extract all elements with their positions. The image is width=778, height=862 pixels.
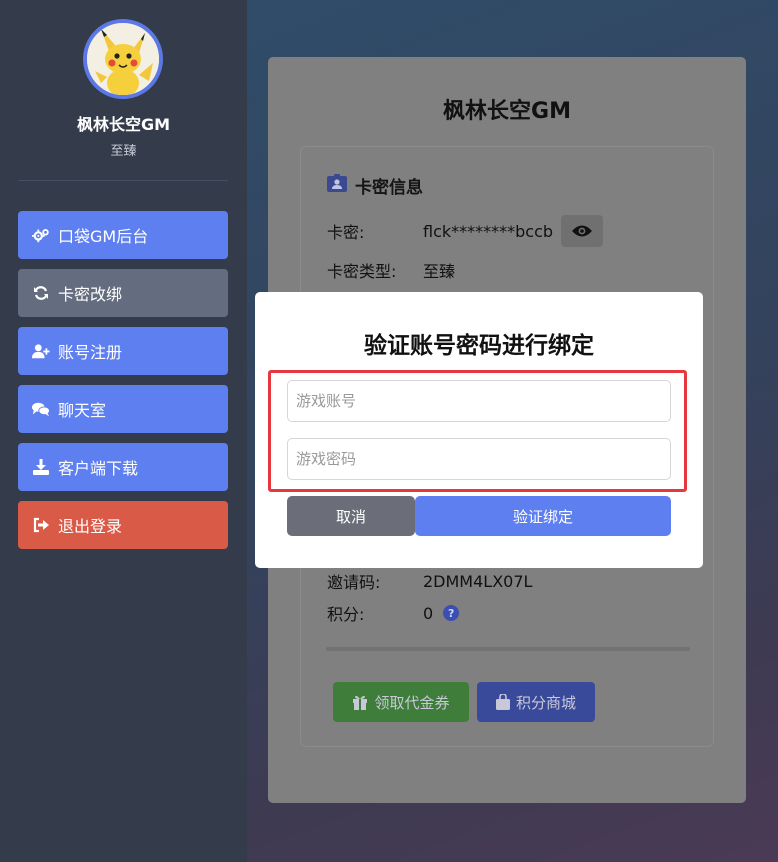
nav-label: 聊天室 <box>58 401 107 420</box>
info-label: 卡密: <box>327 223 365 242</box>
info-label: 邀请码: <box>327 573 381 592</box>
nav-gm-backend-button[interactable]: 口袋GM后台 <box>18 211 228 259</box>
info-row-card-key: 卡密: flck********bccb <box>327 215 604 247</box>
game-account-input[interactable] <box>287 380 671 422</box>
sign-out-icon <box>32 516 50 534</box>
profile-level: 至臻 <box>110 144 137 159</box>
info-row-invite-code: 邀请码: 2DMM4LX07L <box>327 569 532 593</box>
pikachu-avatar-image <box>87 23 159 95</box>
nav-label: 客户端下载 <box>58 459 139 478</box>
verify-bind-button[interactable]: 验证绑定 <box>415 496 671 536</box>
avatar <box>83 19 163 99</box>
nav-label: 退出登录 <box>58 517 123 536</box>
info-value: 0 <box>423 603 434 623</box>
info-row-card-type: 卡密类型: 至臻 <box>327 258 455 282</box>
shopping-bag-icon <box>495 694 510 710</box>
section-title: 卡密信息 <box>327 173 423 198</box>
profile-name: 枫林长空GM <box>76 115 171 134</box>
info-value: 2DMM4LX07L <box>423 571 533 591</box>
sidebar: 枫林长空GM 至臻 口袋GM后台 卡密改绑 账号注册 聊天室 客户端下载 退出登… <box>0 0 247 862</box>
nav-chatroom-button[interactable]: 聊天室 <box>18 385 228 433</box>
points-shop-button[interactable]: 积分商城 <box>477 682 595 722</box>
nav-label: 口袋GM后台 <box>58 227 149 246</box>
info-value: flck********bccb <box>423 221 554 241</box>
sync-icon <box>32 284 50 302</box>
bind-verify-dialog: 验证账号密码进行绑定 取消 验证绑定 <box>255 292 703 568</box>
info-value: 至臻 <box>423 262 456 281</box>
comments-icon <box>32 400 50 418</box>
help-icon[interactable]: ? <box>443 605 460 621</box>
panel-divider <box>326 647 690 651</box>
sidebar-divider <box>18 180 228 181</box>
info-label: 积分: <box>327 605 365 624</box>
points-shop-label: 积分商城 <box>515 693 576 712</box>
page-title: 枫林长空GM <box>443 99 571 124</box>
nav-label: 账号注册 <box>58 343 123 362</box>
claim-voucher-button[interactable]: 领取代金券 <box>333 682 469 722</box>
nav-logout-button[interactable]: 退出登录 <box>18 501 228 549</box>
gift-icon <box>352 694 368 710</box>
info-row-points: 积分: 0 ? <box>327 601 460 625</box>
user-plus-icon <box>32 342 50 360</box>
info-label: 卡密类型: <box>327 262 397 281</box>
cancel-button[interactable]: 取消 <box>287 496 415 536</box>
reveal-key-button[interactable] <box>561 215 604 247</box>
id-badge-icon <box>327 174 347 197</box>
game-password-input[interactable] <box>287 438 671 480</box>
section-title-text: 卡密信息 <box>355 178 423 198</box>
nav-register-button[interactable]: 账号注册 <box>18 327 228 375</box>
download-icon <box>32 458 50 476</box>
nav-download-button[interactable]: 客户端下载 <box>18 443 228 491</box>
voucher-label: 领取代金券 <box>374 693 450 712</box>
nav-rebind-card-button[interactable]: 卡密改绑 <box>18 269 228 317</box>
nav-label: 卡密改绑 <box>58 285 123 304</box>
gears-icon <box>32 226 50 244</box>
dialog-title: 验证账号密码进行绑定 <box>364 333 594 359</box>
eye-icon <box>572 225 593 237</box>
